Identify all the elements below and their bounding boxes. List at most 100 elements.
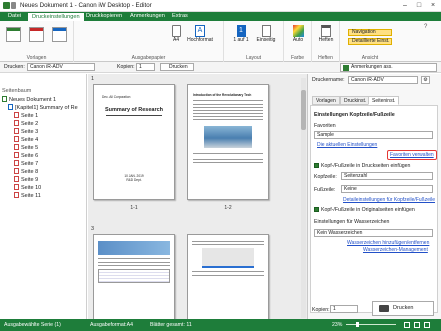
kopfzeile-label: Kopfzeile: <box>314 174 337 180</box>
scrollbar-thumb[interactable] <box>301 90 306 130</box>
tab-druckeinstellungen[interactable]: Druckeinstellungen <box>27 12 85 21</box>
tree-item-seite-8[interactable]: Seite 8 <box>14 168 38 176</box>
duplex-label: Einseitig <box>256 37 276 43</box>
fit-page-icon[interactable] <box>404 322 410 328</box>
tree-item-seite-5[interactable]: Seite 5 <box>14 144 38 152</box>
tree-root[interactable]: Neues Dokument 1 <box>2 96 56 104</box>
print-button[interactable]: Drucken <box>160 63 194 71</box>
page-chart <box>202 248 254 268</box>
color-label: Auto <box>292 37 304 43</box>
document-icon <box>2 96 7 102</box>
zoom-value: 23% <box>332 322 343 328</box>
navigation-toggle[interactable]: Navigation <box>348 29 392 36</box>
tree-item-seite-6[interactable]: Seite 6 <box>14 152 38 160</box>
apply-settings-link[interactable]: Die aktuellen Einstellungen <box>317 142 377 148</box>
printer-select[interactable]: Canon iR-ADV <box>27 63 95 71</box>
pages-per-sheet-button[interactable]: 1 1 auf 1 <box>232 25 250 43</box>
detail-settings-link[interactable]: Detaileinstellungen für Kopfzeile/Fußzei… <box>343 197 435 203</box>
tree-item-seite-10[interactable]: Seite 10 <box>14 184 41 192</box>
annotations-button[interactable]: Anmerkungen ass. <box>340 63 437 72</box>
tab-extras[interactable]: Extras <box>168 12 192 21</box>
page-tree: Seitenbaum Neues Dokument 1 [Kapitel1] S… <box>0 74 87 319</box>
fit-width-icon[interactable] <box>414 322 420 328</box>
orientation-button[interactable]: A Hochformat <box>186 25 214 43</box>
page-icon <box>14 184 19 190</box>
group-farbe: Auto Farbe <box>284 21 312 62</box>
tree-item-seite-4[interactable]: Seite 4 <box>14 136 38 144</box>
quick-access-icon[interactable] <box>11 2 16 9</box>
page-dept-text: R&D Dept. <box>126 178 142 182</box>
group-label: Heften <box>318 55 333 61</box>
panel-copies-input[interactable]: 1 <box>330 305 358 313</box>
window-title: Neues Dokument 1 - Canon iW Desktop - Ed… <box>20 2 152 9</box>
two-page-icon[interactable] <box>424 322 430 328</box>
tree-item-label: Seite 10 <box>21 185 42 191</box>
panel-copies-label: Kopien: <box>312 307 330 313</box>
print-row: Drucken: Canon iR-ADV Kopien: 1 Drucken … <box>0 62 441 73</box>
template-icon[interactable] <box>52 27 67 42</box>
preview-scrollbar[interactable] <box>301 78 306 318</box>
paper-size-button[interactable]: A4 <box>170 25 182 43</box>
watermark-add-link[interactable]: Wasserzeichen hinzufügen/entfernen <box>347 240 429 246</box>
original-pages-checkbox[interactable]: Kopf-/Fußzeile in Originalseiten einfüge… <box>314 207 415 213</box>
template-icon[interactable] <box>6 27 21 42</box>
header-footer-checkbox[interactable]: Kopf-/Fußzeile in Druckseiten einfügen <box>314 163 410 169</box>
color-button[interactable]: Auto <box>287 25 309 43</box>
manage-favorites-link[interactable]: Favoriten verwalten <box>387 150 437 160</box>
help-icon[interactable]: ? <box>424 24 436 32</box>
tab-datei[interactable]: Datei <box>4 12 25 21</box>
copies-input[interactable]: 1 <box>136 63 155 71</box>
tree-item-seite-9[interactable]: Seite 9 <box>14 176 38 184</box>
tree-item-seite-7[interactable]: Seite 7 <box>14 160 38 168</box>
tree-chapter[interactable]: [Kapitel1] Summary of Re <box>8 104 78 112</box>
detailed-info-toggle[interactable]: Detaillierte Einst. <box>348 38 392 45</box>
title-bar: Neues Dokument 1 - Canon iW Desktop - Ed… <box>0 0 441 12</box>
tab-druckkopieren[interactable]: Druckkopieren <box>82 12 126 21</box>
duplex-button[interactable]: Einseitig <box>254 25 278 43</box>
template-icon[interactable] <box>29 27 44 42</box>
tree-item-seite-2[interactable]: Seite 2 <box>14 120 38 128</box>
tree-item-label: Seite 3 <box>21 129 39 135</box>
kopfzeile-select[interactable]: Seitenzahl <box>341 172 433 180</box>
tab-vorlagen[interactable]: Vorlagen <box>312 96 340 105</box>
maximize-icon[interactable]: □ <box>412 1 426 10</box>
panel-print-button[interactable]: Drucken <box>372 301 434 316</box>
panel-printer-select[interactable]: Canon iR-ADV <box>348 76 418 84</box>
tree-item-label: Seite 7 <box>21 161 39 167</box>
watermark-select[interactable]: Kein Wasserzeichen <box>314 229 433 237</box>
staple-label: Heften <box>318 37 334 43</box>
tree-header: Seitenbaum <box>2 88 32 94</box>
tab-anmerkungen[interactable]: Anmerkungen <box>126 12 169 21</box>
preview-page-1[interactable]: Dec. All Corporation Summary of Research… <box>93 84 175 200</box>
watermark-manage-link[interactable]: Wasserzeichen-Management <box>363 247 428 253</box>
tree-item-label: Seite 11 <box>21 193 41 199</box>
minimize-icon[interactable]: – <box>398 1 412 10</box>
spread-number: 3 <box>91 226 95 232</box>
tab-seiteninst[interactable]: Seiteninst. <box>368 96 400 105</box>
zoom-slider[interactable] <box>346 322 396 327</box>
page-icon <box>14 112 19 118</box>
staple-button[interactable]: Heften <box>315 25 337 43</box>
page-title-text: Summary of Research <box>104 107 164 113</box>
panel-printer-label: Druckername: <box>312 77 345 83</box>
close-icon[interactable]: × <box>426 1 440 10</box>
page-title-text: Introduction of the Revolutionary Tech <box>193 93 252 97</box>
printer-icon <box>379 305 389 312</box>
preview-page-3[interactable] <box>93 234 175 319</box>
tree-item-seite-3[interactable]: Seite 3 <box>14 128 38 136</box>
annotations-label: Anmerkungen ass. <box>351 64 393 70</box>
tab-druckinst[interactable]: Druckinst. <box>340 96 371 105</box>
tree-item-seite-11[interactable]: Seite 11 <box>14 192 41 200</box>
printer-properties-icon[interactable]: ⚙ <box>421 76 430 84</box>
preview-page-4[interactable] <box>187 234 269 319</box>
page-photo <box>204 126 252 148</box>
status-sheets: Blätter gesamt: 11 <box>150 322 192 328</box>
group-label: Layout <box>245 55 261 61</box>
preview-page-2[interactable]: Introduction of the Revolutionary Tech <box>187 84 269 200</box>
annotation-icon <box>343 65 349 71</box>
tree-item-seite-1[interactable]: Seite 1 <box>14 112 38 120</box>
status-output-format: Ausgabeformat:A4 <box>90 322 133 328</box>
page-icon <box>14 144 19 150</box>
fusszeile-select[interactable]: Keine <box>341 185 433 193</box>
favorites-select[interactable]: Sample <box>314 131 433 139</box>
